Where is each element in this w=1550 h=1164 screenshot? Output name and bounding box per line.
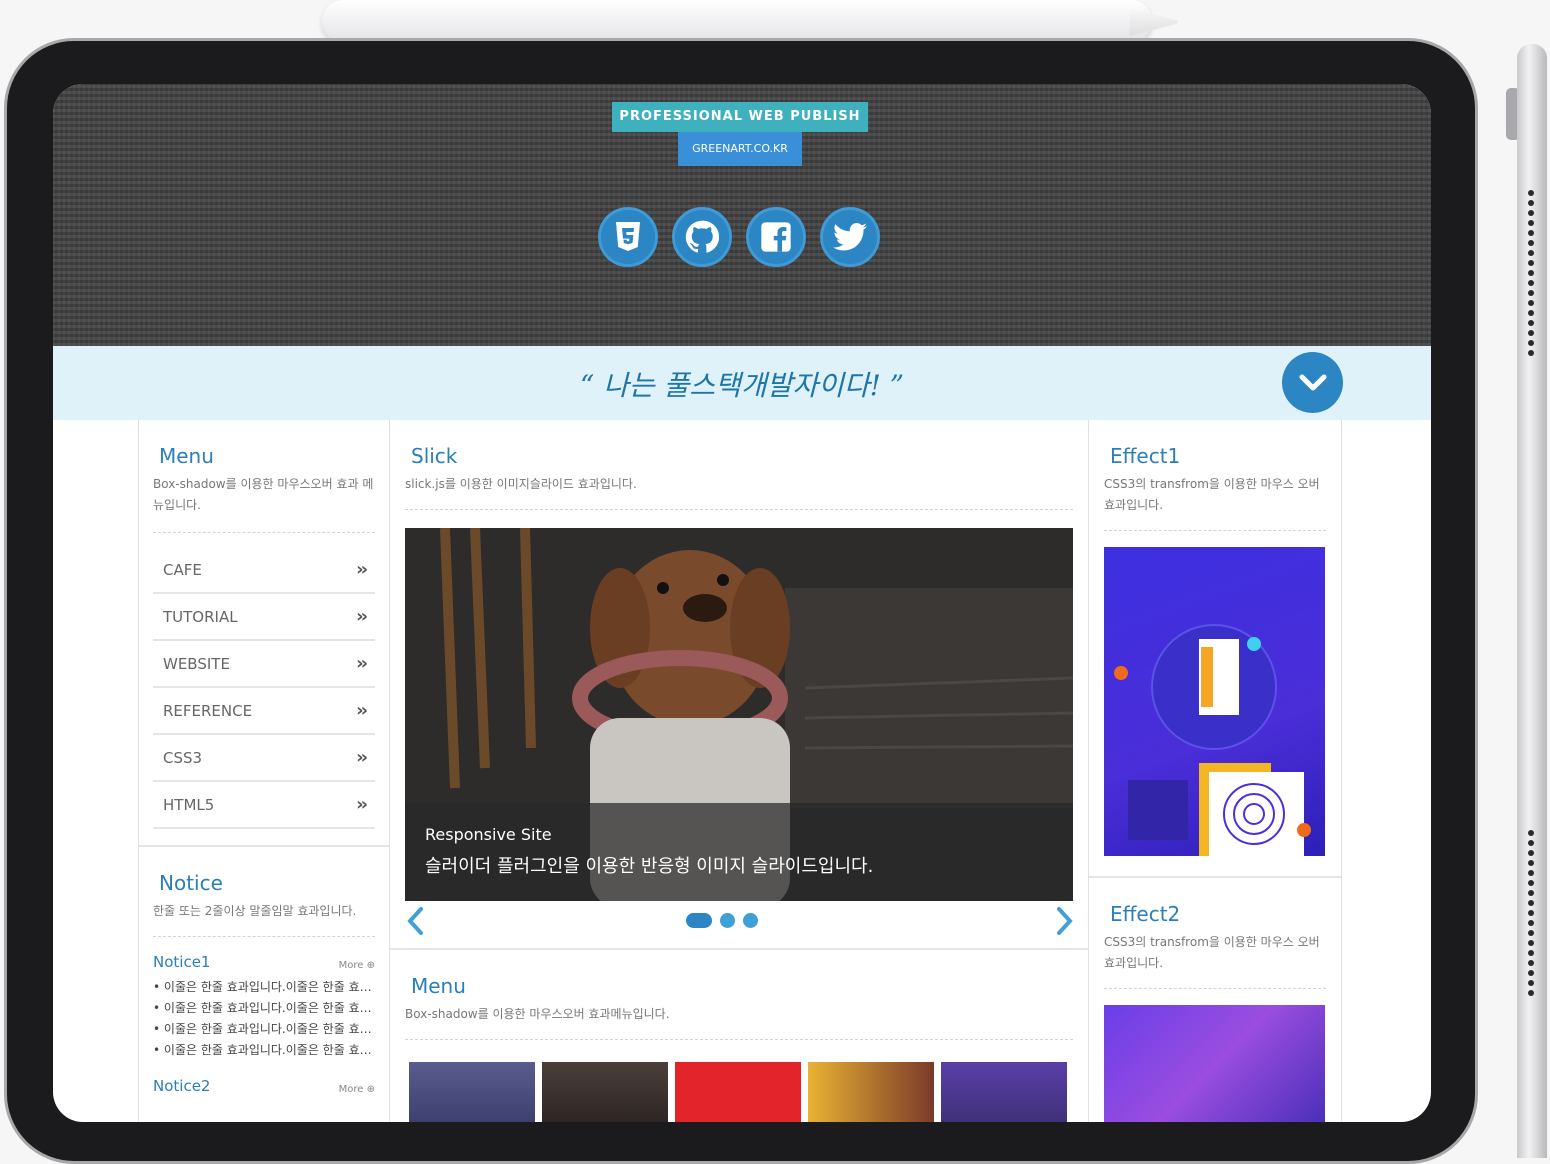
double-chevron-right-icon: ›› bbox=[356, 606, 368, 627]
notice-item-text: 이줄은 한줄 효과입니다.이줄은 한줄 효과입니다. bbox=[163, 1001, 375, 1015]
divider bbox=[1104, 988, 1326, 989]
double-chevron-right-icon: ›› bbox=[356, 559, 368, 580]
middle-column: Slick slick.js를 이용한 이미지슬라이드 효과입니다. Respo… bbox=[390, 420, 1089, 1122]
plus-circle-icon: ⊕ bbox=[366, 1084, 375, 1095]
effect2-section-desc: CSS3의 transfrom을 이용한 마우스 오버효과입니다. bbox=[1104, 935, 1320, 970]
github-icon[interactable] bbox=[672, 207, 732, 267]
notice-item[interactable]: • 이줄은 한줄 효과입니다.이줄은 한줄 효과입니다. bbox=[153, 998, 375, 1019]
effect1-image[interactable] bbox=[1104, 547, 1325, 856]
more-label: More bbox=[338, 960, 364, 971]
notice-item-text: 이줄은 한줄 효과입니다.이줄은 한줄 효과입니다. bbox=[163, 980, 375, 994]
thumbnail-image[interactable] bbox=[675, 1062, 801, 1122]
chevron-left-icon[interactable] bbox=[406, 906, 426, 940]
more-label: More bbox=[338, 1084, 364, 1095]
menu-item-html5[interactable]: HTML5 ›› bbox=[153, 782, 375, 829]
thumbnail-image[interactable] bbox=[542, 1062, 668, 1122]
logo-tagline[interactable]: PROFESSIONAL WEB PUBLISH bbox=[612, 102, 868, 132]
thumbnail-image[interactable] bbox=[941, 1062, 1067, 1122]
menu-item-css3[interactable]: CSS3 ›› bbox=[153, 735, 375, 782]
thumbnail-image[interactable] bbox=[808, 1062, 934, 1122]
notice-section-desc: 한줄 또는 2줄이상 말줄임말 효과입니다. bbox=[153, 904, 357, 918]
notice-group-title[interactable]: Notice1 bbox=[153, 953, 210, 971]
device-speaker-grille bbox=[1528, 190, 1535, 360]
html5-icon[interactable] bbox=[598, 207, 658, 267]
right-column: Effect1 CSS3의 transfrom을 이용한 마우스 오버효과입니다… bbox=[1089, 420, 1342, 1122]
menu-item-label: REFERENCE bbox=[163, 701, 253, 720]
left-column: Menu Box-shadow를 이용한 마우스오버 효과 메뉴입니다. CAF… bbox=[138, 420, 390, 1122]
slider-dot[interactable] bbox=[720, 913, 735, 928]
notice-item-text: 이줄은 한줄 효과입니다.이줄은 한줄 효과입니다. bbox=[163, 1022, 375, 1036]
apple-pencil bbox=[322, 0, 1152, 42]
menu-item-label: WEBSITE bbox=[163, 654, 230, 673]
caption-title: Responsive Site bbox=[425, 825, 552, 844]
notice-list: • 이줄은 한줄 효과입니다.이줄은 한줄 효과입니다. • 이줄은 한줄 효과… bbox=[153, 977, 375, 1061]
notice-group-header: Notice2 More ⊕ bbox=[153, 1077, 375, 1095]
divider bbox=[153, 936, 375, 937]
logo-domain[interactable]: GREENART.CO.KR bbox=[678, 132, 802, 166]
menu-item-cafe[interactable]: CAFE ›› bbox=[153, 547, 375, 594]
effect1-section-desc: CSS3의 transfrom을 이용한 마우스 오버효과입니다. bbox=[1104, 477, 1320, 512]
notice-section-title: Notice bbox=[159, 871, 223, 895]
social-links bbox=[598, 207, 880, 267]
menu-item-tutorial[interactable]: TUTORIAL ›› bbox=[153, 594, 375, 641]
notice-item[interactable]: • 이줄은 한줄 효과입니다.이줄은 한줄 효과입니다. bbox=[153, 1040, 375, 1061]
site-header: PROFESSIONAL WEB PUBLISH GREENART.CO.KR bbox=[53, 84, 1431, 346]
double-chevron-right-icon: ›› bbox=[356, 794, 368, 815]
notice-item[interactable]: • 이줄은 한줄 효과입니다.이줄은 한줄 효과입니다. bbox=[153, 1019, 375, 1040]
divider bbox=[405, 1039, 1073, 1040]
menu-item-label: HTML5 bbox=[163, 795, 215, 814]
notice-item[interactable]: • 이줄은 한줄 효과입니다.이줄은 한줄 효과입니다. bbox=[153, 977, 375, 998]
more-link[interactable]: More ⊕ bbox=[339, 960, 375, 971]
menu-item-website[interactable]: WEBSITE ›› bbox=[153, 641, 375, 688]
notice-group-header: Notice1 More ⊕ bbox=[153, 953, 375, 971]
tablet-screen: PROFESSIONAL WEB PUBLISH GREENART.CO.KR … bbox=[53, 84, 1431, 1122]
apple-pencil-tip bbox=[1130, 8, 1178, 36]
chevron-down-icon[interactable] bbox=[1282, 352, 1343, 413]
caption-text: 슬러이더 플러그인을 이용한 반응형 이미지 슬라이드입니다. bbox=[425, 856, 874, 877]
menu-section-desc: Box-shadow를 이용한 마우스오버 효과 메뉴입니다. bbox=[153, 477, 374, 512]
double-chevron-right-icon: ›› bbox=[356, 653, 368, 674]
image-slider[interactable]: Responsive Site 슬러이더 플러그인을 이용한 반응형 이미지 슬… bbox=[405, 528, 1073, 901]
menu-item-label: TUTORIAL bbox=[163, 607, 238, 626]
notice-item-text: 이줄은 한줄 효과입니다.이줄은 한줄 효과입니다. bbox=[163, 1043, 375, 1057]
thumbnail-image[interactable] bbox=[409, 1062, 535, 1122]
divider bbox=[405, 509, 1073, 510]
menu-item-reference[interactable]: REFERENCE ›› bbox=[153, 688, 375, 735]
effect2-section: Effect2 CSS3의 transfrom을 이용한 마우스 오버효과입니다… bbox=[1089, 876, 1341, 1122]
plus-circle-icon: ⊕ bbox=[366, 960, 375, 971]
menu-item-label: CAFE bbox=[163, 560, 202, 579]
notice-section: Notice 한줄 또는 2줄이상 말줄임말 효과입니다. Notice1 Mo… bbox=[139, 845, 389, 1095]
slick-section-title: Slick bbox=[411, 444, 458, 468]
hero-banner: “ 나는 풀스택개발자이다! ” bbox=[53, 346, 1431, 420]
effect1-section-title: Effect1 bbox=[1110, 444, 1181, 468]
menu2-section-desc: Box-shadow를 이용한 마우스오버 효과메뉴입니다. bbox=[405, 1007, 670, 1021]
menu-section-title: Menu bbox=[159, 444, 214, 468]
menu-list: CAFE ›› TUTORIAL ›› WEBSITE ›› REFERENCE ›› … bbox=[153, 547, 375, 829]
double-chevron-right-icon: ›› bbox=[356, 747, 368, 768]
divider bbox=[153, 532, 375, 533]
slide-caption: Responsive Site 슬러이더 플러그인을 이용한 반응형 이미지 슬… bbox=[405, 803, 1073, 901]
slick-section-desc: slick.js를 이용한 이미지슬라이드 효과입니다. bbox=[405, 477, 637, 491]
menu2-section-title: Menu bbox=[411, 974, 466, 998]
abstract-poster-graphic bbox=[1114, 624, 1311, 856]
chevron-right-icon[interactable] bbox=[1054, 906, 1074, 940]
divider bbox=[1104, 530, 1326, 531]
effect2-section-title: Effect2 bbox=[1110, 902, 1181, 926]
slider-dot[interactable] bbox=[743, 913, 758, 928]
menu-item-label: CSS3 bbox=[163, 748, 203, 767]
slider-dot[interactable] bbox=[686, 913, 712, 928]
menu2-section: Menu Box-shadow를 이용한 마우스오버 효과메뉴입니다. bbox=[390, 948, 1088, 1040]
double-chevron-right-icon: ›› bbox=[356, 700, 368, 721]
banner-slogan: “ 나는 풀스택개발자이다! ” bbox=[579, 369, 905, 402]
device-speaker-grille bbox=[1528, 830, 1535, 1000]
twitter-icon[interactable] bbox=[820, 207, 880, 267]
more-link[interactable]: More ⊕ bbox=[339, 1084, 375, 1095]
thumbnail-row bbox=[409, 1062, 1067, 1122]
notice-group-title[interactable]: Notice2 bbox=[153, 1077, 210, 1095]
effect2-image[interactable] bbox=[1104, 1005, 1325, 1122]
slider-dots bbox=[686, 913, 758, 928]
facebook-icon[interactable] bbox=[746, 207, 806, 267]
